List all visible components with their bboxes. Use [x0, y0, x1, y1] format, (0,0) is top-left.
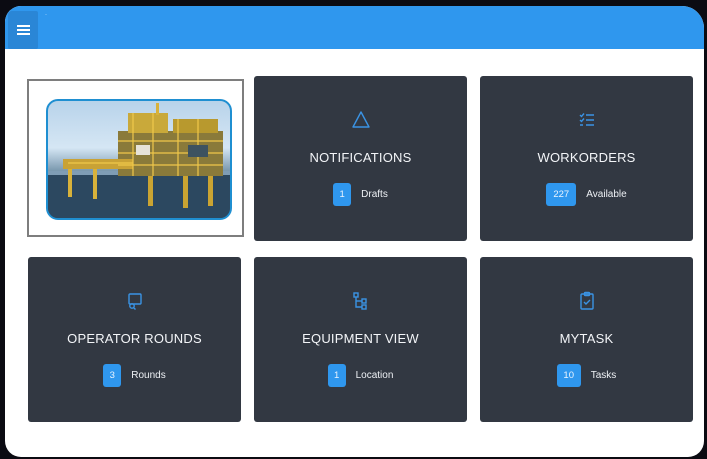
tile-operator-rounds[interactable]: OPERATOR ROUNDS 3 Rounds: [28, 257, 241, 422]
app-title: ·: [45, 12, 47, 18]
warning-triangle-icon: [350, 109, 372, 131]
clipboard-icon: [576, 290, 598, 312]
tile-equipment-view[interactable]: EQUIPMENT VIEW 1 Location: [254, 257, 467, 422]
count-label: Rounds: [131, 370, 166, 381]
count-label: Tasks: [590, 370, 617, 381]
tile-mytask[interactable]: MYTASK 10 Tasks: [480, 257, 693, 422]
count-label: Location: [355, 370, 394, 381]
tile-title: EQUIPMENT VIEW: [302, 331, 419, 346]
rounds-icon: [124, 290, 146, 312]
count-badge: 1: [333, 183, 352, 206]
hero-image-card: [27, 79, 244, 237]
hierarchy-icon: [350, 290, 372, 312]
count-badge: 1: [327, 364, 346, 387]
app-window: · NOTIFICATIONS 1 Drafts WORKORDERS 227 …: [5, 6, 704, 457]
tile-title: WORKORDERS: [537, 150, 636, 165]
tile-title: OPERATOR ROUNDS: [67, 331, 202, 346]
hamburger-menu-icon: [16, 23, 30, 37]
count-badge: 227: [546, 183, 577, 206]
checklist-icon: [576, 109, 598, 131]
tile-notifications[interactable]: NOTIFICATIONS 1 Drafts: [254, 76, 467, 241]
count-label: Drafts: [361, 189, 388, 200]
tile-title: MYTASK: [559, 331, 614, 346]
count-badge: 10: [556, 364, 581, 387]
offshore-platform-illustration: [48, 103, 230, 218]
tile-title: NOTIFICATIONS: [309, 150, 412, 165]
count-label: Available: [586, 189, 627, 200]
hamburger-menu-button[interactable]: [8, 11, 38, 49]
offshore-platform-image: [46, 99, 232, 220]
count-badge: 3: [103, 364, 122, 387]
tile-workorders[interactable]: WORKORDERS 227 Available: [480, 76, 693, 241]
app-bar: ·: [5, 6, 704, 49]
